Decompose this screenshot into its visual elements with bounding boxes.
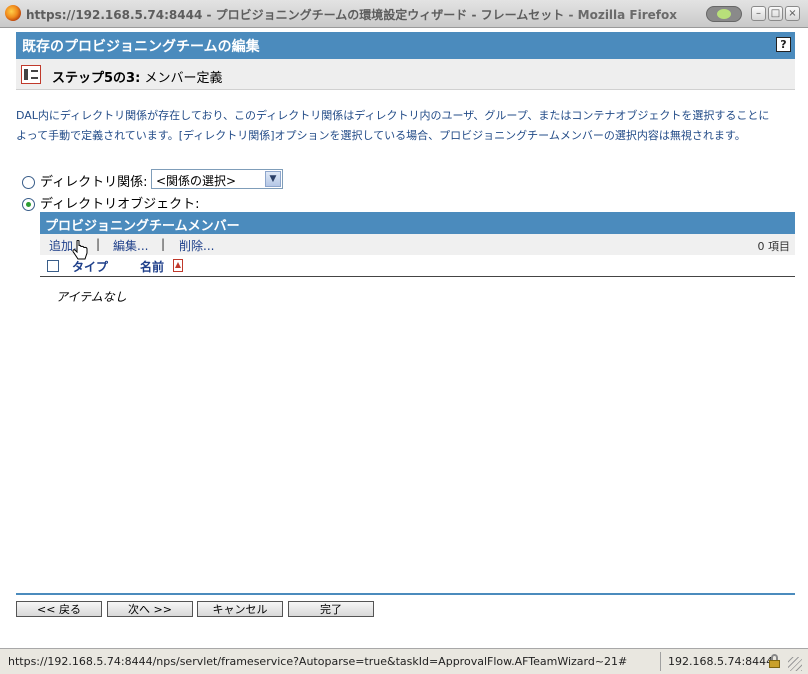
firefox-logo-icon — [5, 5, 21, 21]
page-header: 既存のプロビジョニングチームの編集 ? — [16, 32, 795, 59]
window-app-name: - Mozilla Firefox — [568, 8, 677, 22]
relationship-select-value: <関係の選択> — [156, 174, 237, 188]
relationship-select[interactable]: <関係の選択> ▼ — [151, 169, 283, 189]
maximize-button[interactable]: □ — [768, 6, 783, 21]
select-all-checkbox[interactable] — [47, 260, 59, 272]
chevron-down-icon[interactable]: ▼ — [265, 171, 281, 187]
step-number: ステップ5の3: — [52, 71, 141, 86]
members-table-title: プロビジョニングチームメンバー — [40, 212, 795, 234]
close-button[interactable]: × — [785, 6, 800, 21]
page-title: 既存のプロビジョニングチームの編集 — [22, 39, 260, 55]
step-bar: ステップ5の3: メンバー定義 — [16, 59, 795, 90]
cancel-button[interactable]: キャンセル — [197, 601, 283, 617]
help-icon[interactable]: ? — [776, 37, 791, 52]
footer-divider — [16, 593, 795, 595]
members-toolbar: 追加... | 編集... | 削除... 0 項目 — [40, 234, 795, 255]
relationship-radio[interactable] — [22, 176, 35, 189]
empty-message: アイテムなし — [56, 290, 127, 304]
object-radio[interactable] — [22, 198, 35, 211]
description: DAL内にディレクトリ関係が存在しており、このディレクトリ関係はディレクトリ内の… — [16, 106, 796, 146]
description-line: DAL内にディレクトリ関係が存在しており、このディレクトリ関係はディレクトリ内の… — [16, 109, 770, 122]
next-button[interactable]: 次へ >> — [107, 601, 193, 617]
step-title: メンバー定義 — [144, 71, 223, 86]
lock-icon[interactable] — [768, 654, 781, 668]
back-button[interactable]: << 戻る — [16, 601, 102, 617]
toolbar-separator: | — [161, 237, 166, 251]
members-column-header: タイプ 名前 — [40, 255, 795, 277]
relationship-label: ディレクトリ関係: — [40, 175, 148, 190]
delete-button[interactable]: 削除... — [179, 237, 214, 254]
status-url: https://192.168.5.74:8444/nps/servlet/fr… — [8, 655, 628, 668]
window-title: https://192.168.5.74:8444 - プロビジョニングチームの… — [26, 6, 677, 23]
wizard-step-icon — [21, 65, 41, 84]
minimize-button[interactable]: – — [751, 6, 766, 21]
column-name[interactable]: 名前 — [140, 258, 164, 275]
step-indicator: ステップ5の3: メンバー定義 — [52, 67, 222, 86]
hand-cursor-icon — [72, 240, 88, 260]
finish-button[interactable]: 完了 — [288, 601, 374, 617]
graphics-status-icon[interactable] — [706, 6, 742, 22]
status-divider — [660, 652, 661, 671]
relationship-option: ディレクトリ関係: — [22, 171, 147, 190]
description-line: よって手動で定義されています。[ディレクトリ関係]オプションを選択している場合、… — [16, 129, 746, 142]
status-bar: https://192.168.5.74:8444/nps/servlet/fr… — [0, 648, 808, 674]
toolbar-separator: | — [96, 237, 101, 251]
resize-grip-icon[interactable] — [788, 657, 802, 671]
item-count: 0 項目 — [757, 240, 791, 253]
window-titlebar: https://192.168.5.74:8444 - プロビジョニングチームの… — [0, 0, 808, 28]
sort-ascending-icon[interactable] — [173, 259, 183, 272]
window-title-text: https://192.168.5.74:8444 - プロビジョニングチームの… — [26, 8, 565, 22]
object-label: ディレクトリオブジェクト: — [40, 197, 200, 212]
status-host: 192.168.5.74:8444 — [668, 655, 774, 668]
object-option: ディレクトリオブジェクト: — [22, 193, 199, 212]
page-content: 既存のプロビジョニングチームの編集 ? ステップ5の3: メンバー定義 DAL内… — [0, 28, 808, 648]
edit-button[interactable]: 編集... — [113, 237, 148, 254]
